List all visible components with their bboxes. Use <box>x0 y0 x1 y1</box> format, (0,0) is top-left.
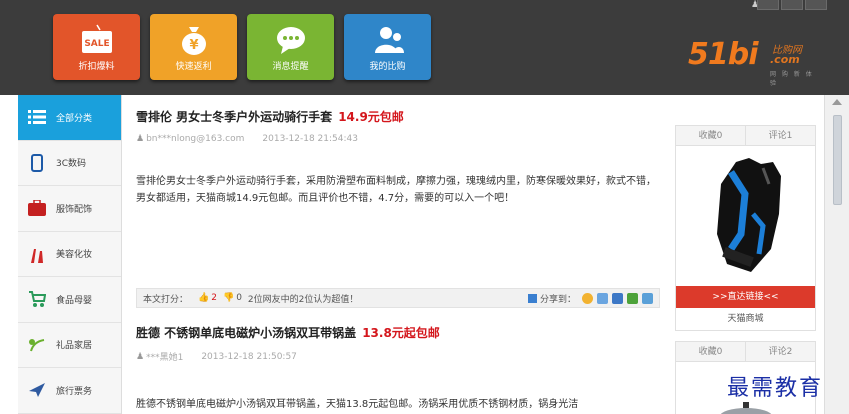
sidebar-item-label: 美容化妆 <box>56 250 93 261</box>
sidebar-item-beauty[interactable]: 美容化妆 <box>18 232 121 277</box>
watermark: 最需教育 <box>727 376 824 401</box>
post-meta: ♟ ***黑她1 2013-12-18 21:50:57 <box>136 350 660 364</box>
category-sidebar: 全部分类 3C数码 服饰配饰 美容化妆 食品母婴 礼品家居 旅行票务 <box>18 95 122 414</box>
sidebar-item-digital[interactable]: 3C数码 <box>18 141 121 186</box>
chat-bubble-icon <box>274 23 308 61</box>
post-user[interactable]: bn***nlong@163.com <box>146 134 244 144</box>
svg-text:SALE: SALE <box>84 39 109 49</box>
share-label: 分享到： <box>539 294 576 305</box>
sidebar-item-label: 食品母婴 <box>56 295 93 306</box>
sidebar-item-gift-home[interactable]: 礼品家居 <box>18 323 121 368</box>
tile-messages[interactable]: 消息提醒 <box>247 14 334 80</box>
app-window: ♟ SALE 折扣爆料 ¥ 快速返利 消息提醒 我的比购 51bi 比购网 .c… <box>0 0 849 414</box>
post-title[interactable]: 雪排伦 男女士冬季户外运动骑行手套 <box>136 110 332 124</box>
sidebar-item-label: 3C数码 <box>56 159 87 170</box>
phone-icon <box>18 153 56 172</box>
product-card: 收藏0 评论1 >>直达链接<< 天猫商城 <box>675 125 816 331</box>
card-tabs: 收藏0 评论2 <box>676 342 815 362</box>
post-date: 2013-12-18 21:54:43 <box>262 134 358 144</box>
tile-my-51bi[interactable]: 我的比购 <box>344 14 431 80</box>
logo-text: 51bi <box>688 37 759 72</box>
post-price: 13.8元起包邮 <box>362 326 440 340</box>
minimize-button[interactable] <box>757 0 779 10</box>
user-icon: ♟ <box>136 351 145 362</box>
nav-tiles: SALE 折扣爆料 ¥ 快速返利 消息提醒 我的比购 <box>53 14 431 80</box>
share-targets <box>582 292 653 304</box>
share-renren-icon[interactable] <box>612 292 623 304</box>
list-icon <box>18 110 56 125</box>
share-icon <box>527 293 537 303</box>
window-controls <box>757 0 827 12</box>
tile-label: 我的比购 <box>369 62 406 72</box>
glove-image[interactable] <box>676 146 815 286</box>
tile-label: 快速返利 <box>175 62 212 72</box>
close-button[interactable] <box>805 0 827 10</box>
sidebar-item-label: 全部分类 <box>56 113 93 124</box>
deal-post: 胜德 不锈钢单底电磁炉小汤锅双耳带锅盖 13.8元起包邮 ♟ ***黑她1 201… <box>136 324 660 413</box>
sidebar-item-label: 礼品家居 <box>56 341 93 352</box>
brand-logo[interactable]: 51bi 比购网 .com 网 购 新 体 验 <box>688 37 818 87</box>
post-meta: ♟ bn***nlong@163.com 2013-12-18 21:54:43 <box>136 134 660 144</box>
logo-domain: .com <box>770 53 800 66</box>
sidebar-item-label: 旅行票务 <box>56 386 93 397</box>
post-description: 胜德不锈钢单底电磁炉小汤锅双耳带锅盖，天猫13.8元起包邮。汤锅采用优质不锈钢材… <box>136 399 579 410</box>
deal-post: 雪排伦 男女士冬季户外运动骑行手套 14.9元包邮 ♟ bn***nlong@16… <box>136 108 660 207</box>
rating-summary: 2位网友中的2位认为超值！ <box>247 294 359 305</box>
rating-label: 本文打分： <box>143 294 189 305</box>
post-title-row: 雪排伦 男女士冬季户外运动骑行手套 14.9元包邮 <box>136 108 660 125</box>
user-icon: ♟ <box>136 134 145 144</box>
restore-button[interactable] <box>781 0 803 10</box>
sidebar-item-label: 服饰配饰 <box>56 204 93 215</box>
share-qzone-icon[interactable] <box>582 292 593 304</box>
post-price: 14.9元包邮 <box>338 110 404 124</box>
comment-count[interactable]: 评论2 <box>745 342 815 361</box>
up-count: 2 <box>211 293 217 303</box>
share-weibo-icon[interactable] <box>597 292 608 304</box>
logo-tagline: 网 购 新 体 验 <box>770 71 814 87</box>
comment-count[interactable]: 评论1 <box>745 126 815 145</box>
store-name: 天猫商城 <box>727 314 764 324</box>
favorite-count[interactable]: 收藏0 <box>676 126 745 145</box>
scroll-up-icon[interactable] <box>832 99 842 105</box>
down-count: 0 <box>236 293 242 303</box>
tile-label: 消息提醒 <box>272 62 309 72</box>
sidebar-item-all[interactable]: 全部分类 <box>18 95 121 141</box>
tile-discount-news[interactable]: SALE 折扣爆料 <box>53 14 140 80</box>
scroll-thumb[interactable] <box>833 115 842 205</box>
share-douban-icon[interactable] <box>627 292 638 304</box>
thumbs-down-icon[interactable]: 👎 <box>223 293 234 303</box>
deal-feed: 雪排伦 男女士冬季户外运动骑行手套 14.9元包邮 ♟ bn***nlong@16… <box>122 95 824 414</box>
post-user[interactable]: ***黑她1 <box>146 350 183 363</box>
favorite-count[interactable]: 收藏0 <box>676 342 745 361</box>
sidebar-item-apparel[interactable]: 服饰配饰 <box>18 186 121 232</box>
users-icon <box>371 23 405 61</box>
sale-tag-icon: SALE <box>80 23 114 61</box>
bag-icon <box>18 200 56 217</box>
post-date: 2013-12-18 21:50:57 <box>201 351 297 362</box>
rating-bar: 本文打分： 👍 2 👎 0 2位网友中的2位认为超值！ 分享到： <box>136 288 660 308</box>
stroller-icon <box>18 290 56 308</box>
share-kaixin-icon[interactable] <box>642 292 653 304</box>
plane-icon <box>18 382 56 398</box>
card-tabs: 收藏0 评论1 <box>676 126 815 146</box>
svg-text:¥: ¥ <box>189 38 198 53</box>
sidebar-item-food-baby[interactable]: 食品母婴 <box>18 277 121 323</box>
vertical-scrollbar[interactable] <box>824 95 849 414</box>
tile-fast-rebate[interactable]: ¥ 快速返利 <box>150 14 237 80</box>
sidebar-item-travel[interactable]: 旅行票务 <box>18 368 121 414</box>
direct-link-button[interactable]: >>直达链接<< <box>676 286 815 308</box>
post-description: 雪排伦男女士冬季户外运动骑行手套，采用防滑塑布面料制成，摩擦力强，瑰瑰绒内里，防… <box>136 176 656 204</box>
header-bar: ♟ SALE 折扣爆料 ¥ 快速返利 消息提醒 我的比购 51bi 比购网 .c… <box>0 0 849 95</box>
post-title-row: 胜德 不锈钢单底电磁炉小汤锅双耳带锅盖 13.8元起包邮 <box>136 324 660 341</box>
cosmetics-icon <box>18 245 56 263</box>
money-bag-icon: ¥ <box>177 23 211 61</box>
gift-icon <box>18 336 56 354</box>
tile-label: 折扣爆料 <box>78 62 115 72</box>
thumbs-up-icon[interactable]: 👍 <box>198 293 209 303</box>
post-title[interactable]: 胜德 不锈钢单底电磁炉小汤锅双耳带锅盖 <box>136 326 356 340</box>
